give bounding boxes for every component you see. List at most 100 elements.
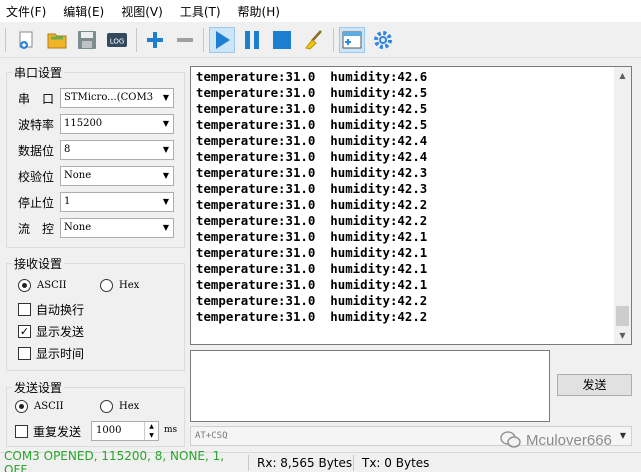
rx-count: Rx: 8,565 Bytes: [257, 455, 353, 470]
repeat-interval-value: 1000: [96, 425, 122, 436]
receive-line: temperature:31.0 humidity:42.1: [196, 261, 428, 276]
receive-line: temperature:31.0 humidity:42.6: [196, 69, 428, 84]
command-history-value: AT+CSQ: [195, 431, 228, 441]
scroll-up-icon[interactable]: ▲: [614, 67, 631, 84]
menu-view[interactable]: 视图(V): [121, 3, 163, 20]
send-hex-radio[interactable]: Hex: [100, 400, 139, 413]
toolbar-separator: [203, 28, 204, 52]
port-label: 串 口: [18, 91, 55, 106]
receive-line: temperature:31.0 humidity:42.5: [196, 85, 428, 100]
send-textarea[interactable]: [190, 350, 550, 422]
gear-icon[interactable]: [370, 27, 396, 53]
receive-line: temperature:31.0 humidity:42.5: [196, 117, 428, 132]
chevron-down-icon: ▼: [162, 197, 169, 206]
watermark-text: Mculover666: [526, 431, 612, 449]
checkbox-unchecked-icon: [18, 303, 31, 316]
parity-select-value: None: [64, 170, 92, 181]
receive-line: temperature:31.0 humidity:42.4: [196, 133, 428, 148]
databits-select[interactable]: 8 ▼: [60, 140, 174, 160]
parity-select[interactable]: None ▼: [60, 166, 174, 186]
chevron-down-icon: ▼: [162, 223, 169, 232]
stopbits-label: 停止位: [18, 195, 55, 210]
port-select-value: STMicro...(COM3: [64, 92, 154, 103]
chevron-down-icon: ▼: [162, 171, 169, 180]
broom-clear-icon[interactable]: [301, 27, 327, 53]
receive-line: temperature:31.0 humidity:42.3: [196, 165, 428, 180]
watermark: Mculover666: [500, 430, 612, 450]
open-folder-icon[interactable]: [44, 27, 70, 53]
recv-ascii-label: ASCII: [37, 280, 67, 291]
radio-unchecked-icon: [100, 400, 113, 413]
save-icon[interactable]: [74, 27, 100, 53]
radio-checked-icon: [18, 279, 31, 292]
interval-unit: ms: [164, 425, 178, 435]
auto-wrap-checkbox[interactable]: 自动换行: [18, 301, 84, 318]
stopbits-select-value: 1: [64, 196, 71, 207]
log-icon[interactable]: LOG: [104, 27, 130, 53]
scroll-thumb[interactable]: [616, 306, 629, 326]
toolbar-separator: [136, 28, 137, 52]
menu-bar: 文件(F) 编辑(E) 视图(V) 工具(T) 帮助(H): [0, 0, 641, 22]
show-time-label: 显示时间: [36, 347, 85, 361]
receive-line: temperature:31.0 humidity:42.5: [196, 101, 428, 116]
menu-help[interactable]: 帮助(H): [238, 3, 280, 20]
chevron-down-icon: ▼: [162, 119, 169, 128]
pause-icon[interactable]: [239, 27, 265, 53]
stop-icon[interactable]: [269, 27, 295, 53]
receive-line: temperature:31.0 humidity:42.2: [196, 213, 428, 228]
receive-line: temperature:31.0 humidity:42.4: [196, 149, 428, 164]
baud-label: 波特率: [18, 117, 55, 132]
send-ascii-radio[interactable]: ASCII: [15, 400, 64, 413]
add-icon[interactable]: [142, 27, 168, 53]
tx-count: Tx: 0 Bytes: [362, 455, 430, 470]
toolbar: LOG: [0, 22, 641, 58]
send-hex-label: Hex: [119, 401, 140, 412]
remove-icon[interactable]: [172, 27, 198, 53]
show-send-checkbox[interactable]: ✓ 显示发送: [18, 323, 84, 340]
baud-select[interactable]: 115200 ▼: [60, 114, 174, 134]
toolbar-separator: [333, 28, 334, 52]
repeat-send-checkbox[interactable]: 重复发送: [15, 423, 81, 440]
receive-settings-title: 接收设置: [12, 255, 65, 272]
radio-unchecked-icon: [100, 279, 113, 292]
scroll-down-icon[interactable]: ▼: [614, 327, 631, 344]
stopbits-row: 停止位: [18, 192, 60, 212]
recv-hex-radio[interactable]: Hex: [100, 279, 139, 292]
parity-row: 校验位: [18, 166, 60, 186]
repeat-interval-spinner[interactable]: 1000 ▲ ▼: [91, 421, 159, 441]
flow-select[interactable]: None ▼: [60, 218, 174, 238]
chevron-down-icon: ▼: [619, 431, 626, 440]
menu-edit[interactable]: 编辑(E): [63, 3, 104, 20]
spinner-arrows-icon[interactable]: ▲ ▼: [144, 422, 158, 440]
checkbox-checked-icon: ✓: [18, 325, 31, 338]
layout-window-icon[interactable]: [339, 27, 365, 53]
serial-settings-title: 串口设置: [12, 64, 65, 81]
status-bar: COM3 OPENED, 115200, 8, NONE, 1, OFF Rx:…: [0, 449, 641, 472]
receive-line: temperature:31.0 humidity:42.2: [196, 293, 428, 308]
checkbox-unchecked-icon: [18, 347, 31, 360]
flow-select-value: None: [64, 222, 92, 233]
menu-tools[interactable]: 工具(T): [180, 3, 221, 20]
baud-select-value: 115200: [64, 118, 103, 129]
receive-line: temperature:31.0 humidity:42.2: [196, 197, 428, 212]
port-select[interactable]: STMicro...(COM3 ▼: [60, 88, 174, 108]
new-icon[interactable]: [14, 27, 40, 53]
stopbits-select[interactable]: 1 ▼: [60, 192, 174, 212]
receive-text: temperature:31.0 humidity:42.6 temperatur…: [196, 69, 427, 325]
send-button[interactable]: 发送: [557, 374, 632, 396]
baud-row: 波特率: [18, 114, 60, 134]
receive-scrollbar[interactable]: ▲ ▼: [614, 67, 631, 344]
show-time-checkbox[interactable]: 显示时间: [18, 345, 84, 362]
auto-wrap-label: 自动换行: [36, 303, 85, 317]
radio-checked-icon: [15, 400, 28, 413]
flow-label: 流 控: [18, 221, 55, 236]
parity-label: 校验位: [18, 169, 55, 184]
receive-textarea[interactable]: temperature:31.0 humidity:42.6 temperatur…: [190, 66, 632, 345]
play-icon[interactable]: [209, 27, 235, 53]
repeat-send-label: 重复发送: [33, 425, 82, 439]
send-ascii-label: ASCII: [34, 401, 64, 412]
flow-row: 流 控: [18, 218, 60, 238]
recv-ascii-radio[interactable]: ASCII: [18, 279, 67, 292]
receive-line: temperature:31.0 humidity:42.2: [196, 309, 428, 324]
menu-file[interactable]: 文件(F): [6, 3, 46, 20]
